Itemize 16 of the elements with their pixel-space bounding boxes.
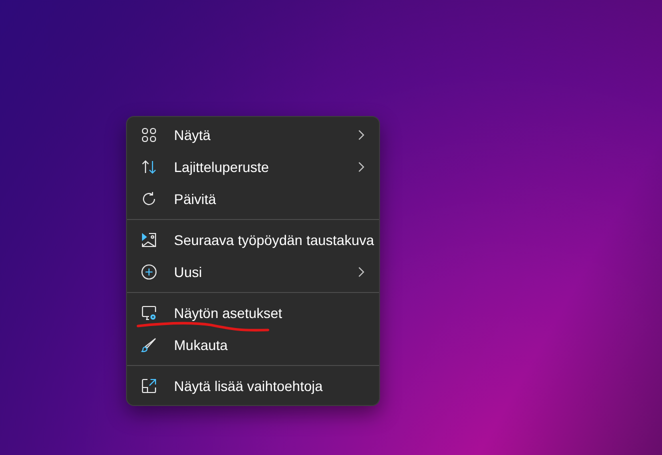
display-settings-icon <box>141 305 157 321</box>
sort-icon <box>141 159 157 175</box>
grid-icon <box>141 127 157 143</box>
menu-item[interactable]: Näytön asetukset <box>131 297 375 329</box>
refresh-icon <box>141 191 157 207</box>
menu-item[interactable]: Näytä lisää vaihtoehtoja <box>131 370 375 402</box>
add-icon <box>141 264 157 280</box>
next-wallpaper-icon <box>141 232 157 248</box>
menu-item[interactable]: Lajitteluperuste <box>131 151 375 183</box>
expand-icon <box>141 378 157 394</box>
menu-item[interactable]: Päivitä <box>131 183 375 215</box>
menu-item[interactable]: Uusi <box>131 256 375 288</box>
menu-item[interactable]: Seuraava työpöydän taustakuva <box>131 224 375 256</box>
menu-item[interactable]: Näytä <box>131 119 375 151</box>
menu-item[interactable]: Mukauta <box>131 329 375 361</box>
brush-icon <box>141 337 157 353</box>
